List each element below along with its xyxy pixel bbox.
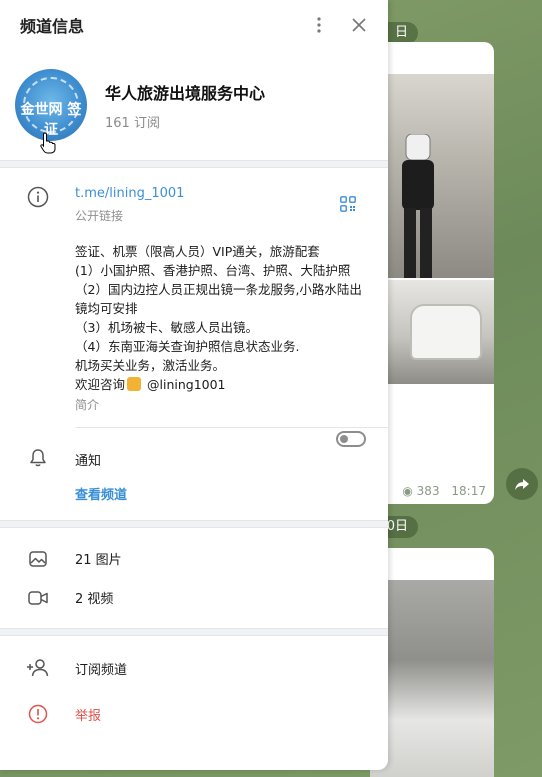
message-card[interactable]: 车 ◉ 383 18:17	[370, 42, 494, 504]
person-figure	[402, 134, 434, 278]
bio-line: 签证、机票（限高人员）VIP通关，旅游配套	[75, 244, 320, 259]
public-link-row[interactable]: t.me/lining_1001 公开链接	[0, 168, 388, 224]
subscriber-count: 161 订阅	[105, 115, 160, 131]
public-link-label: 公开链接	[75, 209, 124, 223]
message-photo[interactable]	[370, 280, 494, 384]
videos-row[interactable]: 2 视频	[0, 578, 388, 617]
bio-label: 简介	[75, 398, 100, 412]
bio-contact-prefix: 欢迎咨询	[75, 377, 126, 392]
section-separator	[0, 160, 388, 168]
hand-cursor-icon	[40, 132, 56, 154]
public-link-url[interactable]: t.me/lining_1001	[75, 186, 366, 201]
image-icon-wrap	[0, 549, 75, 569]
section-separator	[0, 520, 388, 528]
notifications-label: 通知	[75, 454, 102, 469]
subscribe-label: 订阅频道	[75, 662, 128, 678]
forward-icon	[515, 479, 529, 490]
more-options-button[interactable]	[308, 14, 330, 36]
channel-info: 华人旅游出境服务中心 161 订阅	[105, 80, 265, 131]
channel-name: 华人旅游出境服务中心	[105, 83, 266, 103]
qr-code-icon	[340, 196, 356, 212]
video-icon-wrap	[0, 588, 75, 608]
notifications-toggle[interactable]	[336, 431, 366, 447]
view-channel-row: 查看频道	[0, 474, 388, 520]
video-camera-icon	[27, 590, 48, 605]
subscribe-row[interactable]: 订阅频道	[0, 645, 388, 691]
person-emoji-icon	[127, 377, 142, 391]
report-row[interactable]: 举报	[0, 691, 388, 737]
eye-icon: ◉	[402, 484, 413, 498]
media-section: 21 图片 2 视频	[0, 528, 388, 617]
bell-icon	[29, 449, 46, 467]
bio-line: (1）小国护照、香港护照、台湾、护照、大陆护照	[75, 263, 351, 278]
videos-count: 2 视频	[75, 592, 114, 607]
actions-section: 订阅频道 举报	[0, 636, 388, 737]
bio-line: （2）国内边控人员正规出镜一条龙服务,小路水陆出镜均可安排	[75, 282, 362, 316]
view-count: 383	[416, 484, 440, 498]
channel-info-panel: 频道信息 金世网 签证 华人旅游出境服务中心 161 订阅 t.me/linin…	[0, 0, 388, 770]
photos-count: 21 图片	[75, 553, 122, 568]
info-icon-wrap	[0, 186, 75, 208]
bio-line: （3）机场被卡、敏感人员出镜。	[75, 320, 258, 335]
channel-profile: 金世网 签证 华人旅游出境服务中心 161 订阅	[0, 50, 388, 160]
message-photo[interactable]	[370, 580, 494, 777]
forward-button[interactable]	[506, 468, 538, 500]
bio-line: （4）东南亚海关查询护照信息状态业务.	[75, 339, 300, 354]
qr-code-button[interactable]	[340, 196, 356, 216]
view-channel-button[interactable]: 查看频道	[75, 484, 388, 503]
notifications-row[interactable]: 通知	[0, 428, 388, 474]
report-icon-wrap	[0, 704, 75, 724]
bio-contact-handle[interactable]: @lining1001	[147, 377, 226, 392]
bio-row: 签证、机票（限高人员）VIP通关，旅游配套 (1）小国护照、香港护照、台湾、护照…	[0, 224, 388, 413]
message-card[interactable]	[370, 548, 494, 777]
photos-row[interactable]: 21 图片	[0, 539, 388, 578]
add-user-icon-wrap	[0, 658, 75, 678]
message-meta: ◉ 383 18:17	[402, 484, 486, 498]
channel-avatar[interactable]: 金世网 签证	[15, 69, 87, 141]
section-separator	[0, 628, 388, 636]
more-vertical-icon	[317, 17, 321, 33]
add-user-icon	[26, 659, 48, 677]
info-icon	[27, 186, 48, 208]
message-time: 18:17	[451, 484, 486, 498]
panel-title: 频道信息	[20, 17, 85, 36]
bio-body: 签证、机票（限高人员）VIP通关，旅游配套 (1）小国护照、香港护照、台湾、护照…	[75, 242, 388, 413]
panel-header: 频道信息	[0, 0, 388, 50]
close-icon	[352, 18, 366, 32]
report-icon	[28, 704, 47, 724]
toggle-knob	[340, 435, 348, 443]
close-button[interactable]	[348, 14, 370, 36]
bio-contact-line: 欢迎咨询 @lining1001	[75, 375, 366, 394]
image-icon	[28, 550, 47, 567]
car-shape	[410, 304, 482, 360]
bell-icon-wrap	[0, 448, 75, 468]
bio-line: 机场买关业务，激活业务。	[75, 358, 226, 373]
report-label: 举报	[75, 708, 102, 724]
message-photo[interactable]	[370, 74, 494, 278]
